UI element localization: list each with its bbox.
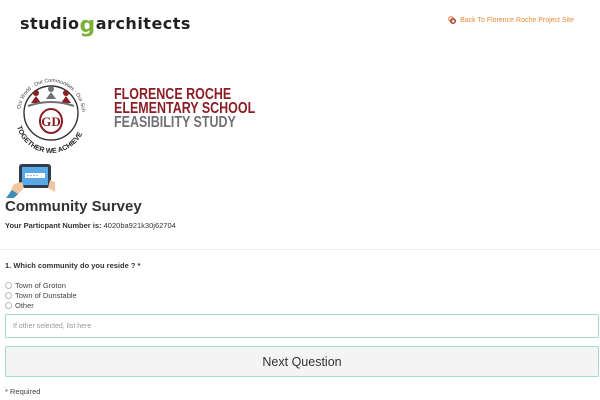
radio-other[interactable] <box>5 301 12 309</box>
school-header: Our World · Our Communities · Our School… <box>5 64 306 159</box>
option-groton[interactable]: Town of Groton <box>5 280 77 290</box>
required-note: * Required <box>5 387 41 396</box>
other-input-placeholder: If other selected, list here <box>13 322 92 330</box>
option-other[interactable]: Other <box>5 300 77 310</box>
next-question-button[interactable]: Next Question <box>5 346 599 377</box>
brand-left-text: studio <box>20 14 80 33</box>
community-options: Town of Groton Town of Dunstable Other <box>5 280 77 310</box>
back-link-icon <box>448 16 457 24</box>
option-label: Town of Groton <box>15 280 66 290</box>
back-link-label: Back To Florence Roche Project Site <box>460 16 574 24</box>
studio-g-architects-logo[interactable]: studiogarchitects <box>20 10 191 38</box>
participant-number-line: Your Particpant Number is: 4020ba921k30j… <box>5 221 176 230</box>
question-text: 1. Which community do you reside ? * <box>5 261 141 270</box>
top-bar: studiogarchitects Back To Florence Roche… <box>0 0 600 45</box>
next-question-label: Next Question <box>262 354 342 369</box>
radio-dunstable[interactable] <box>5 291 12 299</box>
option-label: Town of Dunstable <box>15 290 77 300</box>
option-label: Other <box>15 300 34 310</box>
option-dunstable[interactable]: Town of Dunstable <box>5 290 77 300</box>
svg-text:GD: GD <box>41 114 61 129</box>
brand-g-letter: g <box>79 13 96 38</box>
participant-label: Your Particpant Number is: <box>5 221 102 230</box>
back-to-project-link[interactable]: Back To Florence Roche Project Site <box>448 16 574 24</box>
school-title: FLORENCE ROCHE ELEMENTARY SCHOOL FEASIBI… <box>114 87 295 131</box>
page-title: Community Survey <box>5 198 142 215</box>
other-community-input[interactable]: If other selected, list here <box>5 314 599 338</box>
school-title-line3: FEASIBILITY STUDY <box>114 114 236 131</box>
divider <box>0 249 600 250</box>
tablet-survey-icon <box>6 162 56 198</box>
radio-groton[interactable] <box>5 281 12 289</box>
participant-number: 4020ba921k30j62704 <box>103 221 176 230</box>
brand-right-text: architects <box>95 14 191 33</box>
school-logo: Our World · Our Communities · Our School… <box>5 64 96 158</box>
